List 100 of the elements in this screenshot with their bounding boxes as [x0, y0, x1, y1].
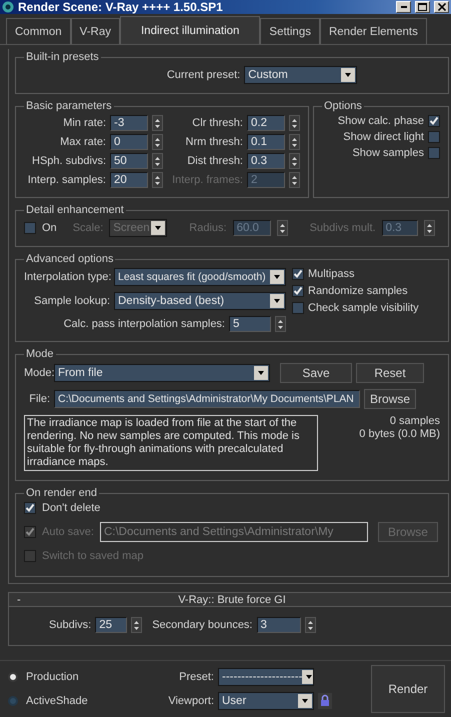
checkbox-label: Show direct light [343, 131, 424, 143]
spinner[interactable] [152, 115, 163, 131]
spinner-arrows-icon [291, 156, 298, 166]
checkbox[interactable] [24, 502, 36, 514]
param-label: Clr thresh: [191, 117, 243, 129]
spinner-arrows-icon [154, 136, 161, 148]
spinner[interactable] [304, 617, 316, 633]
checkbox-label: Multipass [308, 268, 354, 280]
mode-dropdown[interactable]: From file [54, 364, 270, 382]
preset-dropdown[interactable]: --------------------- [218, 668, 314, 686]
spinner[interactable] [289, 172, 300, 188]
maximize-icon [418, 3, 427, 11]
group-title: Mode [25, 348, 55, 360]
minimize-icon [400, 6, 406, 8]
spinner-arrows-icon [291, 174, 298, 186]
input-field[interactable]: 5 [229, 316, 271, 332]
checkbox-label: Randomize samples [308, 285, 408, 297]
checkbox-label: Don't delete [42, 502, 100, 514]
tab[interactable]: Render Elements [320, 18, 427, 44]
save-button[interactable]: Save [280, 363, 352, 383]
checkbox[interactable] [428, 115, 440, 127]
stat-text: 0 samples [390, 415, 440, 428]
spinner-arrows-icon [426, 222, 433, 234]
rollout-header[interactable]: - V-Ray:: Brute force GI [8, 592, 451, 607]
spinner-arrows-icon [154, 156, 161, 166]
collapse-toggle[interactable]: - [17, 594, 37, 606]
file-path-field[interactable]: C:\Documents and Settings\Administrator\My Documents\PLAN [54, 390, 360, 408]
field-label: Sample lookup: [33, 295, 110, 307]
tab[interactable]: Indirect illumination [120, 16, 260, 44]
spinner[interactable] [276, 220, 288, 236]
group-title: On render end [25, 487, 98, 499]
param-label: Interp. samples: [26, 174, 106, 186]
interpolation-dropdown[interactable]: Least squares fit (good/smooth) [114, 268, 286, 286]
spinner[interactable] [424, 220, 435, 236]
spinner-arrows-icon [291, 136, 298, 148]
param-label: Max rate: [59, 136, 106, 148]
checkbox-label: Show samples [352, 147, 424, 159]
spinner[interactable] [152, 134, 163, 150]
group-title: Options [323, 100, 363, 112]
rollout-title: V-Ray:: Brute force GI [177, 594, 287, 606]
viewport-dropdown[interactable]: User [218, 692, 314, 710]
radio-button[interactable] [8, 672, 18, 682]
close-icon [438, 3, 446, 11]
preset-dropdown[interactable]: Custom [244, 66, 358, 84]
tab[interactable]: V-Ray [70, 18, 120, 44]
spinner[interactable] [152, 153, 163, 169]
input-field[interactable]: 0.2 [247, 115, 285, 131]
window-title: Render Scene: V-Ray ++++ 1.50.SP1 [18, 0, 224, 14]
input-field[interactable]: 25 [95, 617, 128, 633]
group-title: Detail enhancement [25, 204, 125, 216]
param-label: Interp. frames: [171, 174, 243, 186]
field-label: Secondary bounces: [152, 619, 252, 631]
close-button[interactable] [434, 1, 449, 13]
radio-button[interactable] [8, 696, 18, 706]
group-title: Advanced options [25, 253, 114, 265]
reset-button[interactable]: Reset [356, 363, 424, 383]
minimize-button[interactable] [396, 1, 411, 13]
input-field[interactable]: 0 [110, 134, 148, 150]
checkbox-label: On [42, 222, 57, 234]
input-field[interactable]: 0.1 [247, 134, 285, 150]
spinner[interactable] [289, 153, 300, 169]
input-field[interactable]: 20 [110, 172, 148, 188]
field-label: Subdivs mult. [310, 222, 376, 234]
field-label: Scale: [72, 222, 104, 234]
input-field[interactable]: -3 [110, 115, 148, 131]
checkbox-label: Auto save: [42, 526, 94, 538]
app-icon [2, 1, 14, 13]
checkbox[interactable] [428, 131, 440, 143]
lookup-dropdown[interactable]: Density-based (best) [114, 292, 286, 310]
input-field[interactable]: 0.3 [247, 153, 285, 169]
spinner[interactable] [289, 134, 300, 150]
tab[interactable]: Settings [260, 18, 320, 44]
checkbox[interactable] [24, 222, 36, 234]
group-title: Basic parameters [25, 100, 113, 112]
param-label: HSph. subdivs: [31, 155, 106, 167]
stat-text: 0 bytes (0.0 MB) [359, 428, 440, 441]
spinner-arrows-icon [154, 118, 161, 128]
spinner-arrows-icon [278, 222, 286, 234]
field-label: Interpolation type: [24, 271, 110, 283]
checkbox-label: Check sample visibility [308, 302, 419, 314]
spinner[interactable] [152, 172, 163, 188]
field-label: Viewport: [167, 695, 214, 707]
checkbox[interactable] [292, 285, 304, 297]
param-label: Nrm thresh: [184, 136, 243, 148]
checkbox[interactable] [428, 147, 440, 159]
dropdown-arrow-icon [302, 670, 313, 684]
checkbox[interactable] [292, 268, 304, 280]
maximize-button[interactable] [415, 1, 430, 13]
input-field[interactable]: 3 [256, 617, 300, 633]
spinner[interactable] [131, 617, 142, 633]
spinner[interactable] [275, 316, 286, 332]
tab[interactable]: Common [6, 18, 71, 44]
browse-button[interactable]: Browse [364, 389, 416, 409]
checkbox[interactable] [292, 302, 304, 314]
spinner[interactable] [289, 115, 300, 131]
lock-icon[interactable] [318, 693, 332, 709]
param-label: Min rate: [62, 117, 106, 129]
render-button[interactable]: Render [371, 665, 445, 713]
input-field[interactable]: 50 [110, 153, 148, 169]
field-label: Subdivs: [49, 619, 92, 631]
